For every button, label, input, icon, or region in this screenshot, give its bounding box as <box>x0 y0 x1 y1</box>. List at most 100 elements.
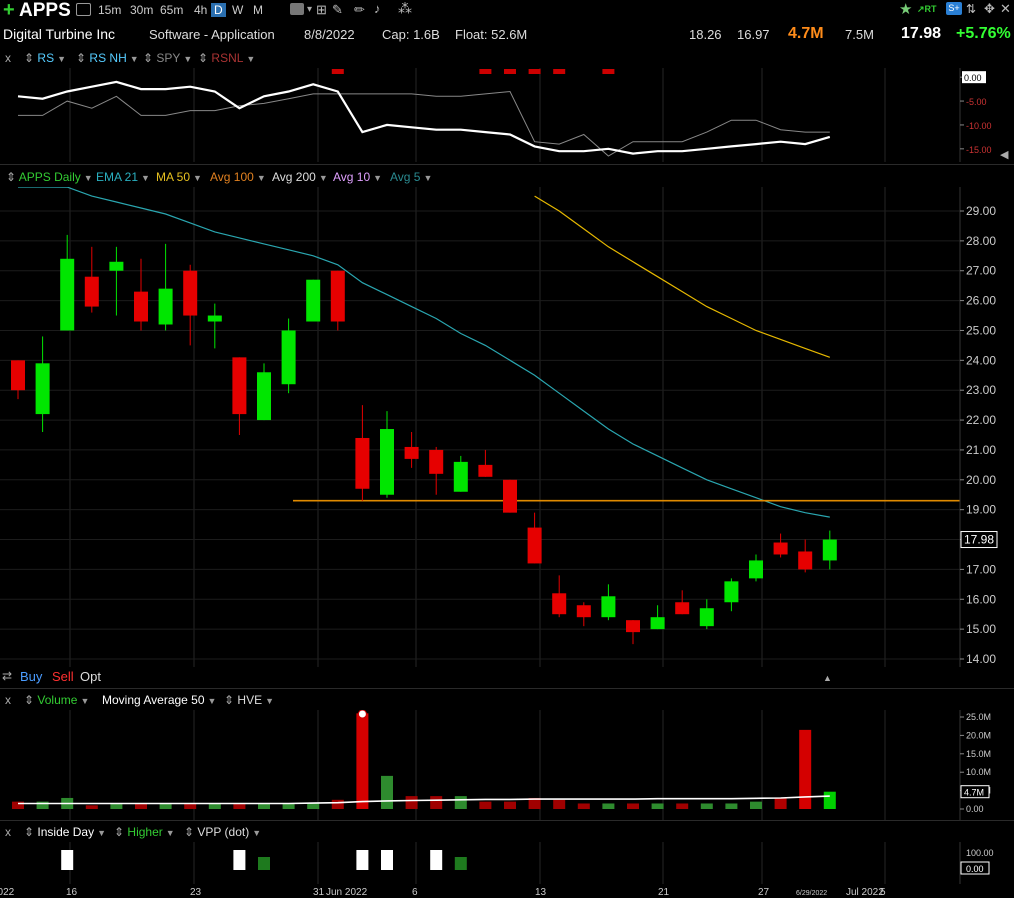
indicator-panel-close-button[interactable]: x <box>5 825 11 839</box>
rs-nh-line <box>18 90 830 157</box>
volume-bar <box>553 799 566 809</box>
date: 8/8/2022 <box>304 27 355 42</box>
edit-icon[interactable]: ✎ <box>332 2 343 18</box>
hve-item[interactable]: ⇕ HVE ▼ <box>224 693 274 707</box>
collapse-arrow-icon[interactable]: ▲ <box>823 673 832 683</box>
chart-type-icon[interactable] <box>290 3 304 15</box>
indicator-tick-label: 100.00 <box>966 848 994 858</box>
avg100-item[interactable]: Avg 100 ▼ <box>210 170 266 184</box>
interval-m[interactable]: M <box>253 3 263 17</box>
candle-body <box>158 288 173 325</box>
price-tick-label: 19.00 <box>966 503 996 517</box>
link-icon[interactable]: ⇅ <box>966 2 976 16</box>
vpp-label: VPP (dot) <box>197 825 250 839</box>
candle-body <box>257 372 271 421</box>
date-axis: 2022 16 23 31Jun 2022 6 13 21 27 6/29/2022 Jul 20… <box>0 887 886 898</box>
candle-body <box>699 608 714 627</box>
rs-item[interactable]: ⇕ RS ▼ <box>24 51 66 65</box>
price-tick-label: 29.00 <box>966 204 996 218</box>
compare-icon[interactable]: ⊞ <box>316 2 327 18</box>
volume-tick-label: 10.0M <box>966 767 991 777</box>
rs-chart[interactable]: 0.00 -5.00 -10.00 -15.00 ◀ <box>0 68 1014 162</box>
inside-day-label: Inside Day <box>37 825 95 839</box>
date-label: 6 <box>412 887 418 898</box>
avg200-item[interactable]: Avg 200 ▼ <box>272 170 328 184</box>
volume-chart[interactable]: 25.0M20.0M15.0M10.0M5.00M0.004.7M <box>0 710 1014 820</box>
sell-button[interactable]: Sell <box>52 669 74 684</box>
trade-icon[interactable]: ⇄ <box>2 669 12 683</box>
star-icon[interactable]: ★ <box>899 0 912 18</box>
volume-bar <box>725 803 738 809</box>
date-label: 16 <box>66 887 78 898</box>
apps-daily-label: APPS Daily <box>18 170 81 184</box>
move-icon[interactable]: ✥ <box>984 1 995 17</box>
interval-4h[interactable]: 4h <box>194 3 207 17</box>
inside-day-item[interactable]: ⇕ Inside Day ▼ <box>24 825 106 839</box>
indicator-chart[interactable]: 100.00 0.00 <box>0 842 1014 884</box>
apps-daily-item[interactable]: ⇕ APPS Daily ▼ <box>6 170 93 184</box>
avg10-item[interactable]: Avg 10 ▼ <box>333 170 382 184</box>
volume-bar <box>159 803 172 809</box>
price-tick-label: 27.00 <box>966 264 996 278</box>
higher-item[interactable]: ⇕ Higher ▼ <box>114 825 175 839</box>
spy-item[interactable]: ⇕ SPY ▼ <box>143 51 192 65</box>
volume-tick-label: 25.0M <box>966 712 991 722</box>
candle-body <box>822 539 837 561</box>
price-tick-label: 28.00 <box>966 234 996 248</box>
interval-15m[interactable]: 15m <box>98 3 121 17</box>
company-name: Digital Turbine Inc <box>3 26 116 42</box>
symbol-title[interactable]: APPS <box>19 0 71 22</box>
interval-d[interactable]: D <box>211 3 226 17</box>
interval-30m[interactable]: 30m <box>130 3 153 17</box>
buy-button[interactable]: Buy <box>20 669 42 684</box>
moving-average-label: Moving Average 50 <box>102 693 205 707</box>
rs-tick-label: -15.00 <box>966 145 992 155</box>
realtime-icon[interactable]: ↗RT <box>917 4 937 15</box>
higher-label: Higher <box>127 825 163 839</box>
close-icon[interactable]: ✕ <box>1000 1 1011 17</box>
share-icon[interactable]: S+ <box>946 2 962 15</box>
rs-panel-close-button[interactable]: x <box>5 51 11 65</box>
candle-body <box>330 270 345 322</box>
candle-body <box>576 605 591 618</box>
candle-body <box>675 602 690 615</box>
ma50-label: MA 50 <box>156 170 191 184</box>
candle-body <box>207 315 222 322</box>
volume-bar <box>479 801 492 809</box>
news-icon[interactable] <box>76 3 91 16</box>
volume-item[interactable]: ⇕ Volume ▼ <box>24 693 89 707</box>
bell-icon[interactable]: ♪ <box>374 1 381 16</box>
price-tick-label: 15.00 <box>966 622 996 636</box>
rs-nh-label: RS NH <box>89 51 127 65</box>
opt-button[interactable]: Opt <box>80 669 101 684</box>
interval-65m[interactable]: 65m <box>160 3 183 17</box>
volume-panel-close-button[interactable]: x <box>5 693 11 707</box>
ma50-item[interactable]: MA 50 ▼ <box>156 170 202 184</box>
candle-body <box>109 261 124 271</box>
price-chart[interactable]: 29.00 28.00 27.00 26.00 25.00 24.00 23.00 22.00… <box>0 187 1014 667</box>
candle-body <box>355 437 370 489</box>
chart-type-dropdown-icon[interactable]: ▾ <box>307 4 312 15</box>
avg100-label: Avg 100 <box>210 170 254 184</box>
avg5-item[interactable]: Avg 5 ▼ <box>390 170 432 184</box>
rs-line <box>17 80 831 155</box>
rs-tick-label: -5.00 <box>966 97 987 107</box>
rsnl-item[interactable]: ⇕ RSNL ▼ <box>198 51 255 65</box>
volume-label: Volume <box>37 693 78 707</box>
add-icon[interactable]: + <box>3 0 15 20</box>
rs-nh-item[interactable]: ⇕ RS NH ▼ <box>76 51 139 65</box>
volume-bar <box>282 803 295 809</box>
draw-icon[interactable]: ✏ <box>354 2 365 18</box>
avg5-label: Avg 5 <box>390 170 421 184</box>
candle-body <box>478 464 493 477</box>
vpp-item[interactable]: ⇕ VPP (dot) ▼ <box>184 825 261 839</box>
trade-bar: ⇄ Buy Sell Opt <box>0 668 400 686</box>
moving-average-item[interactable]: Moving Average 50 ▼ <box>102 693 216 707</box>
price-tick-label: 21.00 <box>966 443 996 457</box>
ema21-item[interactable]: EMA 21 ▼ <box>96 170 150 184</box>
volume-bar <box>454 796 467 809</box>
settings-icon[interactable]: ⁂ <box>398 0 412 17</box>
interval-w[interactable]: W <box>232 3 243 17</box>
volume-value: 4.7M <box>788 25 824 42</box>
avg200-label: Avg 200 <box>272 170 316 184</box>
